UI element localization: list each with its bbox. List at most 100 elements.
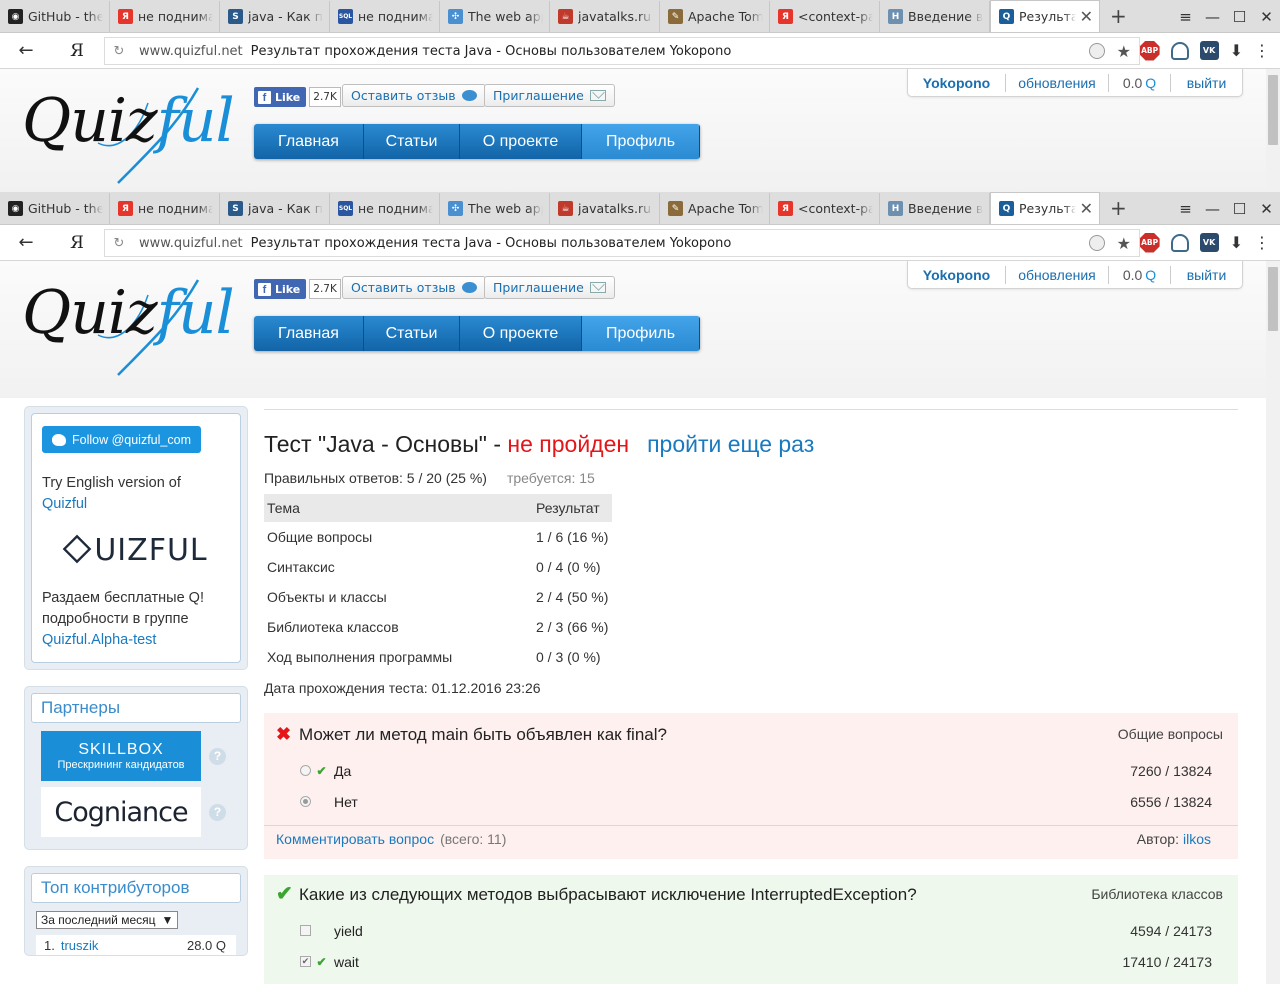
bookmark-star-icon[interactable]: ★ [1117, 42, 1131, 61]
downloads-icon[interactable]: ⬇ [1230, 41, 1243, 60]
help-icon[interactable]: ? [209, 803, 226, 821]
downloads-icon[interactable]: ⬇ [1230, 233, 1243, 252]
cogniance-banner[interactable]: Cogniance [41, 787, 201, 837]
close-tab-icon[interactable]: ✕ [1080, 199, 1093, 218]
facebook-like-widget[interactable]: f Like 2.7K [254, 87, 341, 107]
retry-link[interactable]: пройти еще раз [647, 431, 814, 457]
nav-item[interactable]: Главная [254, 124, 364, 159]
close-window-icon[interactable]: ✕ [1253, 200, 1280, 218]
maximize-icon[interactable]: ☐ [1226, 200, 1253, 218]
address-field[interactable]: ↻ www.quizful.net Результат прохождения … [104, 229, 1140, 257]
extensions-bar: ABP VK ⬇ ⋮ [1139, 40, 1270, 61]
protect-icon[interactable] [1088, 43, 1105, 59]
reload-icon[interactable]: ↻ [105, 44, 133, 59]
period-select[interactable]: За последний месяц ▼ [36, 911, 179, 929]
logout-link[interactable]: выйти [1171, 266, 1242, 284]
adblock-icon[interactable]: ABP [1139, 40, 1160, 61]
yandex-home-icon[interactable]: Я [52, 41, 102, 61]
english-version-link[interactable]: Quizful [42, 496, 87, 512]
tomcat-favicon-icon: ✎ [668, 9, 683, 24]
comment-question-link[interactable]: Комментировать вопрос [276, 831, 434, 847]
quizful-logo[interactable]: Quizful [22, 283, 235, 343]
twitter-follow-button[interactable]: Follow @quizful_com [42, 426, 201, 453]
vk-extension-icon[interactable]: VK [1199, 41, 1219, 60]
browser-menu-icon[interactable]: ≡ [1172, 200, 1199, 218]
adblock-icon[interactable]: ABP [1139, 232, 1160, 253]
browser-tab[interactable]: Я <context-par [770, 193, 880, 224]
tab-label: java - Как пр [248, 201, 323, 216]
nav-item[interactable]: Статьи [364, 316, 460, 351]
protect-icon[interactable] [1088, 235, 1105, 251]
close-tab-icon[interactable]: ✕ [1080, 7, 1093, 26]
nav-item[interactable]: Профиль [582, 124, 700, 159]
browser-tab[interactable]: ✎ Apache Tomc [660, 193, 770, 224]
feedback-button[interactable]: Оставить отзыв [342, 84, 486, 107]
chevron-down-icon: ▼ [161, 913, 174, 927]
nav-item[interactable]: О проекте [460, 316, 582, 351]
yandex-home-icon[interactable]: Я [52, 233, 102, 253]
skillbox-banner[interactable]: SKILLBOX Прескрининг кандидатов [41, 731, 201, 781]
browser-tab[interactable]: ✣ The web app [440, 193, 550, 224]
browser-tab[interactable]: H Введение в S [880, 1, 990, 32]
extensions-menu-icon[interactable]: ⋮ [1254, 233, 1270, 252]
nav-item[interactable]: Главная [254, 316, 364, 351]
browser-tab[interactable]: SQL не поднимае [330, 1, 440, 32]
browser-menu-icon[interactable]: ≡ [1172, 8, 1199, 26]
scrollbar-thumb[interactable] [1268, 75, 1278, 145]
close-window-icon[interactable]: ✕ [1253, 8, 1280, 26]
promo-group-link[interactable]: Quizful.Alpha-test [42, 632, 156, 648]
browser-tab[interactable]: ✣ The web app [440, 1, 550, 32]
updates-link[interactable]: обновления [1006, 265, 1109, 284]
ghostery-icon[interactable] [1170, 41, 1189, 60]
address-field[interactable]: ↻ www.quizful.net Результат прохождения … [104, 37, 1140, 65]
browser-tab[interactable]: Я <context-par [770, 1, 880, 32]
browser-tab[interactable]: ☕ javatalks.ru / [550, 193, 660, 224]
nav-item[interactable]: Профиль [582, 316, 700, 351]
scrollbar-thumb-2[interactable] [1268, 267, 1278, 331]
browser-tab[interactable]: SQL не поднимае [330, 193, 440, 224]
scrollbar[interactable] [1266, 69, 1280, 192]
browser-tab[interactable]: Sjava - Как пр [220, 193, 330, 224]
maximize-icon[interactable]: ☐ [1226, 8, 1253, 26]
minimize-icon[interactable]: — [1199, 8, 1226, 26]
reload-icon[interactable]: ↻ [105, 236, 133, 251]
quizful-logo[interactable]: Quizful [22, 91, 235, 151]
quizful-promo-logo[interactable]: UIZFUL [32, 533, 240, 568]
user-bar: Yokopono обновления 0.0 Q выйти [907, 261, 1243, 289]
yandex-favicon-icon: Я [778, 201, 793, 216]
browser-tab[interactable]: ◉ GitHub - the [0, 193, 110, 224]
author-link[interactable]: ilkos [1183, 831, 1211, 847]
facebook-like-widget[interactable]: f Like 2.7K [254, 279, 341, 299]
browser-tab[interactable]: Яне поднимае [110, 193, 220, 224]
browser-tab[interactable]: Q Результат ✕ [990, 192, 1100, 224]
feedback-button[interactable]: Оставить отзыв [342, 276, 486, 299]
username-link[interactable]: Yokopono [908, 73, 1006, 92]
back-icon[interactable]: ← [0, 40, 52, 61]
browser-tab[interactable]: ☕ javatalks.ru / [550, 1, 660, 32]
minimize-icon[interactable]: — [1199, 200, 1226, 218]
browser-tab[interactable]: ✎ Apache Tomc [660, 1, 770, 32]
new-tab-icon[interactable]: + [1110, 196, 1127, 220]
browser-tab[interactable]: ◉ GitHub - the [0, 1, 110, 32]
logout-link[interactable]: выйти [1171, 74, 1242, 92]
nav-item[interactable]: Статьи [364, 124, 460, 159]
help-icon[interactable]: ? [209, 747, 226, 765]
browser-tab[interactable]: Sjava - Как пр [220, 1, 330, 32]
browser-tab[interactable]: Яне поднимае [110, 1, 220, 32]
browser-tab[interactable]: Q Результат ✕ [990, 0, 1100, 32]
extensions-menu-icon[interactable]: ⋮ [1254, 41, 1270, 60]
new-tab-icon[interactable]: + [1110, 4, 1127, 28]
back-icon[interactable]: ← [0, 232, 52, 253]
invite-button[interactable]: Приглашение [484, 84, 615, 107]
invite-button[interactable]: Приглашение [484, 276, 615, 299]
facebook-like-button[interactable]: f Like [254, 279, 307, 299]
username-link[interactable]: Yokopono [908, 265, 1006, 284]
ghostery-icon[interactable] [1170, 233, 1189, 252]
vk-extension-icon[interactable]: VK [1199, 233, 1219, 252]
scrollbar-2[interactable] [1266, 261, 1280, 984]
browser-tab[interactable]: H Введение в S [880, 193, 990, 224]
facebook-like-button[interactable]: f Like [254, 87, 307, 107]
nav-item[interactable]: О проекте [460, 124, 582, 159]
bookmark-star-icon[interactable]: ★ [1117, 234, 1131, 253]
updates-link[interactable]: обновления [1006, 73, 1109, 92]
